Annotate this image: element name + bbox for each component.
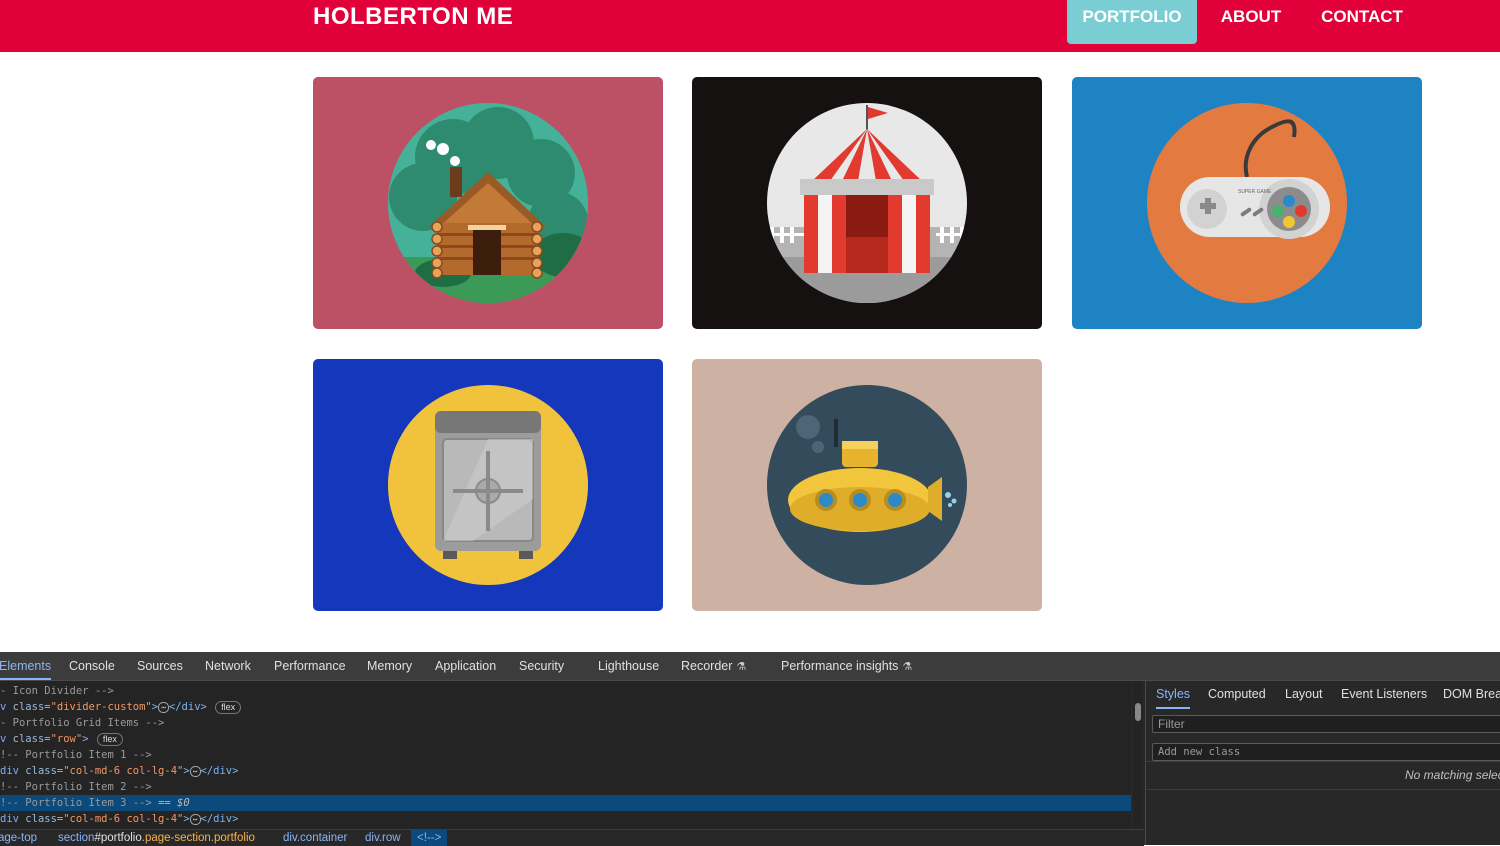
tab-performance[interactable]: Performance xyxy=(274,652,346,680)
portfolio-item-cabin[interactable] xyxy=(313,77,663,329)
dom-value: "divider-custom" xyxy=(50,701,152,713)
dom-node[interactable]: v class="divider-custom"> ⋯ </div> flex xyxy=(0,699,242,715)
dom-node[interactable]: - Icon Divider --> xyxy=(0,683,114,699)
dom-close-tag: </div> xyxy=(200,813,239,825)
dom-value: "row" xyxy=(50,733,83,745)
nav-about[interactable]: ABOUT xyxy=(1210,0,1292,44)
tab-performance-insights[interactable]: Performance insights ⚗ xyxy=(781,652,912,680)
breadcrumb-tag: section xyxy=(58,832,95,844)
breadcrumb-item[interactable]: div.row xyxy=(365,830,401,846)
tab-memory[interactable]: Memory xyxy=(367,652,412,680)
dom-node[interactable]: div class="col-md-6 col-lg-4"> ⋯ </div> xyxy=(0,811,238,827)
dom-comment: Portfolio Item 1 --> xyxy=(25,749,152,761)
dom-tree: - Icon Divider --> v class="divider-cust… xyxy=(0,681,1131,829)
tab-security[interactable]: Security xyxy=(519,652,564,680)
portfolio-item-safe[interactable] xyxy=(313,359,663,611)
dom-close-tag: </div> xyxy=(168,701,207,713)
dom-attr: class= xyxy=(12,733,51,745)
breadcrumb-class: .page-section.portfolio xyxy=(141,832,255,844)
add-class-input[interactable]: Add new class xyxy=(1152,743,1500,761)
no-matching-selector-text: No matching selec xyxy=(1405,768,1500,782)
tab-lighthouse[interactable]: Lighthouse xyxy=(598,652,659,680)
styles-filter-input[interactable]: Filter xyxy=(1152,715,1500,733)
scrollbar-thumb[interactable] xyxy=(1135,703,1141,721)
breadcrumb-item-section[interactable]: section#portfolio.page-section.portfolio xyxy=(58,830,255,846)
game-controller-icon: SUPER GAME xyxy=(1147,103,1347,303)
dom-node[interactable]: v class="row"> flex xyxy=(0,731,123,747)
dom-comment: Icon Divider --> xyxy=(12,685,114,697)
safe-icon xyxy=(388,385,588,585)
dom-prefix: div xyxy=(0,813,26,825)
dom-node[interactable]: div class="col-md-6 col-lg-4"> ⋯ </div> xyxy=(0,763,238,779)
dom-value: "col-md-6 col-lg-4" xyxy=(63,813,184,825)
dom-node-selected[interactable]: !-- Portfolio Item 3 --> == $0 xyxy=(0,795,1131,811)
flex-badge[interactable]: flex xyxy=(215,701,242,714)
dom-prefix: !-- xyxy=(0,781,26,793)
tab-elements[interactable]: Elements xyxy=(0,652,52,680)
breadcrumb-id: #portfolio xyxy=(94,832,142,844)
dom-scrollbar[interactable] xyxy=(1133,681,1143,829)
dom-prefix: !-- xyxy=(0,749,26,761)
breadcrumb-item[interactable]: age-top xyxy=(0,830,37,846)
flex-badge[interactable]: flex xyxy=(96,733,123,746)
experiment-flask-icon: ⚗ xyxy=(902,661,913,673)
dom-value: "col-md-6 col-lg-4" xyxy=(63,765,184,777)
nav-portfolio[interactable]: PORTFOLIO xyxy=(1067,0,1197,44)
dom-close-tag: </div> xyxy=(200,765,239,777)
tab-recorder[interactable]: Recorder ⚗ xyxy=(681,652,746,680)
tab-sources[interactable]: Sources xyxy=(137,652,183,680)
dom-node[interactable]: !-- Portfolio Item 2 --> xyxy=(0,779,152,795)
circus-tent-icon xyxy=(767,103,967,303)
dom-comment: Portfolio Grid Items --> xyxy=(12,717,165,729)
dom-attr: class= xyxy=(25,765,64,777)
dom-prefix: !-- xyxy=(0,797,26,809)
dom-prefix: - xyxy=(0,717,13,729)
dom-attr: class= xyxy=(12,701,51,713)
side-tab-dom-breakpoints[interactable]: DOM Breal xyxy=(1443,681,1500,709)
tab-application[interactable]: Application xyxy=(435,652,496,680)
log-cabin-icon xyxy=(388,103,588,303)
brand-title[interactable]: HOLBERTON ME xyxy=(313,3,513,31)
dom-node[interactable]: !-- Portfolio Item 1 --> xyxy=(0,747,152,763)
portfolio-item-circus[interactable] xyxy=(692,77,1042,329)
side-tab-styles[interactable]: Styles xyxy=(1156,681,1191,709)
ellipsis-icon[interactable]: ⋯ xyxy=(158,702,169,713)
dom-prefix: - xyxy=(0,685,13,697)
dom-prefix: div xyxy=(0,765,26,777)
devtools-panel: Elements Console Sources Network Perform… xyxy=(0,652,1500,846)
breadcrumb-item-current[interactable]: <!--> xyxy=(411,830,448,846)
portfolio-item-submarine[interactable] xyxy=(692,359,1042,611)
styles-sidebar: Styles Computed Layout Event Listeners D… xyxy=(1145,681,1500,845)
side-tab-computed[interactable]: Computed xyxy=(1208,681,1266,709)
breadcrumb-item[interactable]: div.container xyxy=(283,830,347,846)
ellipsis-icon[interactable]: ⋯ xyxy=(189,814,201,825)
devtools-tab-bar: Elements Console Sources Network Perform… xyxy=(0,652,1500,681)
dom-attr: class= xyxy=(25,813,64,825)
tab-network[interactable]: Network xyxy=(205,652,251,680)
dom-comment: Portfolio Item 3 --> xyxy=(25,797,152,809)
experiment-flask-icon: ⚗ xyxy=(736,661,747,673)
tab-recorder-label: Recorder xyxy=(681,659,733,673)
top-navbar: HOLBERTON ME PORTFOLIO ABOUT CONTACT xyxy=(0,0,1500,52)
dom-node[interactable]: - Portfolio Grid Items --> xyxy=(0,715,164,731)
dom-prefix: v xyxy=(0,733,13,745)
tab-console[interactable]: Console xyxy=(69,652,115,680)
side-tab-event-listeners[interactable]: Event Listeners xyxy=(1341,681,1427,709)
side-tab-layout[interactable]: Layout xyxy=(1285,681,1323,709)
dom-prefix: v xyxy=(0,701,13,713)
breadcrumb: age-top section#portfolio.page-section.p… xyxy=(0,829,1144,846)
nav-contact[interactable]: CONTACT xyxy=(1306,0,1418,44)
selected-marker: == $0 xyxy=(158,797,190,809)
submarine-icon xyxy=(767,385,967,585)
dom-comment: Portfolio Item 2 --> xyxy=(25,781,152,793)
ellipsis-icon[interactable]: ⋯ xyxy=(189,766,201,777)
divider xyxy=(1146,761,1500,762)
portfolio-item-controller[interactable]: SUPER GAME xyxy=(1072,77,1422,329)
controller-label: SUPER GAME xyxy=(1238,189,1272,195)
tab-performance-insights-label: Performance insights xyxy=(781,659,899,673)
divider xyxy=(1146,789,1500,790)
